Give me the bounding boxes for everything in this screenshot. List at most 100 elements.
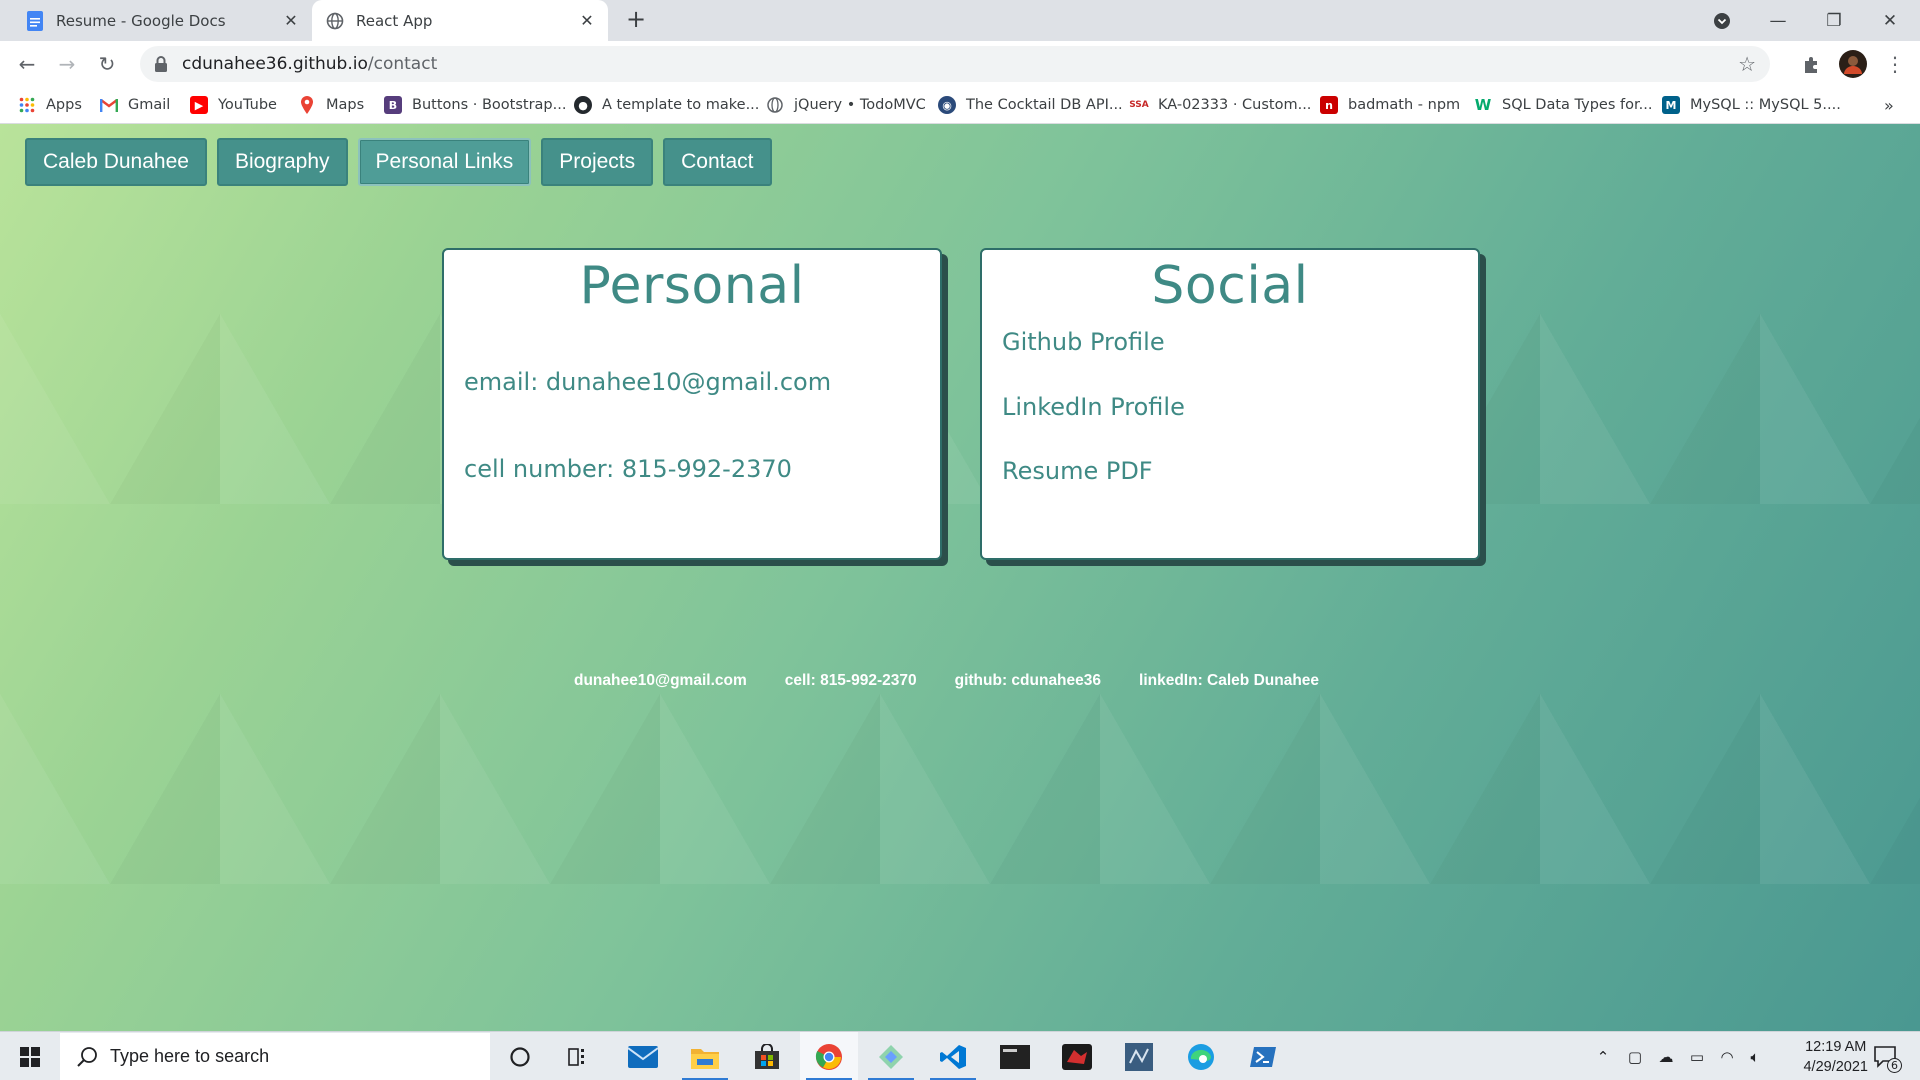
- bookmark-label: Buttons · Bootstrap...: [412, 97, 567, 113]
- minimize-icon[interactable]: —: [1750, 0, 1806, 41]
- bookmark-label: The Cocktail DB API...: [966, 97, 1123, 113]
- bookmark-maps[interactable]: Maps: [298, 93, 364, 117]
- mail-icon[interactable]: [614, 1032, 672, 1080]
- mysql-icon: M: [1662, 96, 1680, 114]
- youtube-icon: ▶: [190, 96, 208, 114]
- bookmark-gmail[interactable]: Gmail: [100, 93, 170, 117]
- bookmark-w3schools[interactable]: W SQL Data Types for...: [1474, 93, 1653, 117]
- close-icon[interactable]: ✕: [282, 11, 300, 30]
- globe-icon: [766, 96, 784, 114]
- windows-taskbar: Type here to search ⌃ ▢ ☁ ▭ ◠ 🔈︎ 12:19 A…: [0, 1031, 1920, 1080]
- gitkraken-icon[interactable]: [862, 1032, 920, 1080]
- nav-personal-links-button[interactable]: Personal Links: [357, 138, 532, 186]
- extensions-icon[interactable]: [1797, 49, 1827, 79]
- lock-icon: [154, 55, 172, 73]
- windows-start-icon[interactable]: [0, 1032, 60, 1080]
- bookmark-label: Gmail: [128, 97, 171, 113]
- tab-strip: Resume - Google Docs ✕ React App ✕ + — ❐…: [0, 0, 1920, 41]
- page-viewport: Caleb Dunahee Biography Personal Links P…: [0, 124, 1920, 1031]
- avatar[interactable]: [1838, 49, 1868, 79]
- url-host: cdunahee36.github.io: [182, 54, 368, 74]
- notification-count-badge: 6: [1887, 1058, 1902, 1073]
- onedrive-icon[interactable]: ☁: [1652, 1032, 1680, 1080]
- volume-icon[interactable]: 🔈︎: [1742, 1032, 1768, 1080]
- social-card: Social Github Profile LinkedIn Profile R…: [980, 248, 1480, 560]
- nav-projects-button[interactable]: Projects: [541, 138, 654, 186]
- store-icon[interactable]: [738, 1032, 796, 1080]
- meet-now-icon[interactable]: ▢: [1622, 1032, 1648, 1080]
- menu-dots-icon[interactable]: ⋮: [1880, 49, 1910, 79]
- edge-icon[interactable]: [1172, 1032, 1230, 1080]
- game-app-icon[interactable]: [1048, 1032, 1106, 1080]
- cocktail-icon: ◉: [938, 96, 956, 114]
- taskbar-clock[interactable]: 12:19 AM 4/29/2021: [1803, 1037, 1868, 1077]
- chrome-icon[interactable]: [800, 1032, 858, 1080]
- mysql-shell-icon[interactable]: [986, 1032, 1044, 1080]
- mysql-workbench-icon[interactable]: [1110, 1032, 1168, 1080]
- ssa-icon: SSA: [1129, 100, 1149, 110]
- bookmarks-bar: Apps Gmail ▶ YouTube Maps B Buttons · Bo…: [0, 87, 1920, 124]
- bookmarks-overflow-button[interactable]: »: [1884, 93, 1894, 117]
- bookmark-npm[interactable]: n badmath - npm: [1320, 93, 1460, 117]
- wifi-icon[interactable]: ◠: [1714, 1032, 1740, 1080]
- nav-home-button[interactable]: Caleb Dunahee: [25, 138, 207, 186]
- footer-linkedin: linkedIn: Caleb Dunahee: [1139, 672, 1320, 689]
- github-icon: ●: [574, 96, 592, 114]
- browser-toolbar: ← → ↻ cdunahee36.github.io/contact ☆ ⋮: [0, 41, 1920, 87]
- personal-cell: cell number: 815-992-2370: [464, 455, 792, 483]
- clock-date: 4/29/2021: [1803, 1059, 1868, 1075]
- search-placeholder: Type here to search: [110, 1046, 270, 1066]
- tab-resume[interactable]: Resume - Google Docs ✕: [12, 0, 312, 41]
- nav-contact-button[interactable]: Contact: [663, 138, 772, 186]
- w3schools-icon: W: [1474, 96, 1492, 114]
- star-icon[interactable]: ☆: [1738, 52, 1756, 76]
- bookmark-label: Maps: [326, 97, 365, 113]
- bookmark-mysql[interactable]: M MySQL :: MySQL 5....: [1662, 93, 1841, 117]
- github-profile-link[interactable]: Github Profile: [1002, 328, 1165, 356]
- taskbar-search-input[interactable]: Type here to search: [60, 1033, 490, 1080]
- bookmark-bootstrap[interactable]: B Buttons · Bootstrap...: [384, 93, 566, 117]
- file-explorer-icon[interactable]: [676, 1032, 734, 1080]
- restore-icon[interactable]: ❐: [1806, 0, 1862, 41]
- nav-biography-button[interactable]: Biography: [216, 138, 348, 186]
- personal-card-title: Personal: [579, 256, 805, 316]
- task-view-icon[interactable]: [550, 1032, 608, 1080]
- bootstrap-icon: B: [384, 96, 402, 114]
- apps-grid-icon: [18, 96, 36, 114]
- address-bar[interactable]: cdunahee36.github.io/contact ☆: [140, 46, 1770, 82]
- bookmark-cocktaildb[interactable]: ◉ The Cocktail DB API...: [938, 93, 1123, 117]
- battery-icon[interactable]: ▭: [1684, 1032, 1710, 1080]
- bookmark-label: SQL Data Types for...: [1502, 97, 1653, 113]
- globe-icon: [326, 12, 344, 30]
- reload-icon[interactable]: ↻: [92, 49, 122, 79]
- bookmark-apps[interactable]: Apps: [18, 93, 82, 117]
- bookmark-youtube[interactable]: ▶ YouTube: [190, 93, 277, 117]
- bookmark-ssa[interactable]: SSA KA-02333 · Custom...: [1129, 93, 1312, 117]
- search-icon: [76, 1046, 98, 1073]
- linkedin-profile-link[interactable]: LinkedIn Profile: [1002, 393, 1185, 421]
- vscode-icon[interactable]: [924, 1032, 982, 1080]
- tab-react-app[interactable]: React App ✕: [312, 0, 608, 41]
- site-nav: Caleb Dunahee Biography Personal Links P…: [25, 138, 772, 186]
- powershell-icon[interactable]: [1234, 1032, 1292, 1080]
- forward-arrow-icon[interactable]: →: [52, 49, 82, 79]
- clock-time: 12:19 AM: [1805, 1039, 1867, 1055]
- bookmark-label: KA-02333 · Custom...: [1158, 97, 1312, 113]
- close-icon[interactable]: ✕: [578, 11, 596, 30]
- tab-search-icon[interactable]: [1694, 0, 1750, 41]
- gmail-icon: [100, 96, 118, 114]
- cortana-icon[interactable]: [491, 1032, 549, 1080]
- chevron-up-icon[interactable]: ⌃: [1590, 1032, 1616, 1080]
- new-tab-button[interactable]: +: [624, 7, 648, 32]
- close-window-icon[interactable]: ✕: [1862, 0, 1918, 41]
- bookmark-jquery[interactable]: jQuery • TodoMVC: [766, 93, 926, 117]
- back-arrow-icon[interactable]: ←: [12, 49, 42, 79]
- bookmark-github-template[interactable]: ● A template to make...: [574, 93, 759, 117]
- tab-title: React App: [356, 11, 433, 30]
- personal-card: Personal email: dunahee10@gmail.com cell…: [442, 248, 942, 560]
- url-path: /contact: [367, 54, 438, 74]
- maps-icon: [298, 96, 316, 114]
- notifications-icon[interactable]: 6: [1866, 1032, 1906, 1080]
- resume-pdf-link[interactable]: Resume PDF: [1002, 457, 1153, 485]
- bookmark-label: jQuery • TodoMVC: [794, 97, 926, 113]
